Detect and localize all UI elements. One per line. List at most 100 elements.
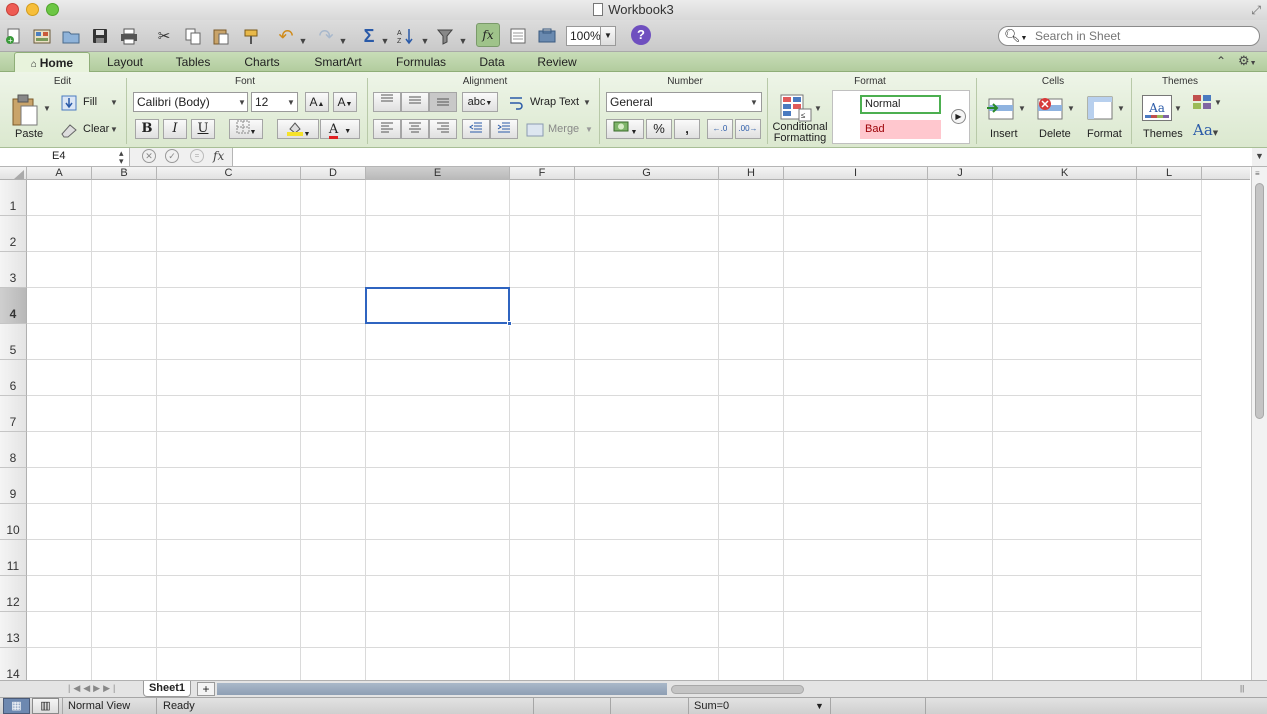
undo-dropdown-icon[interactable]: ▼ bbox=[298, 29, 308, 53]
tab-data[interactable]: Data bbox=[468, 52, 516, 72]
tab-tables[interactable]: Tables bbox=[163, 52, 223, 72]
templates-icon[interactable] bbox=[30, 24, 54, 48]
cut-icon[interactable]: ✂ bbox=[152, 24, 176, 48]
underline-button[interactable]: U bbox=[191, 119, 215, 139]
cancel-entry-icon[interactable]: ✕ bbox=[142, 149, 156, 163]
paste-button[interactable]: Paste bbox=[15, 128, 43, 140]
open-folder-icon[interactable] bbox=[59, 24, 83, 48]
wrap-text-dropdown-icon[interactable]: ▼ bbox=[583, 98, 591, 107]
vertical-scroll-thumb[interactable] bbox=[1255, 183, 1264, 419]
formula-builder-button[interactable]: fx bbox=[476, 23, 500, 47]
sheet-navigation-arrows-icon[interactable]: |◀◀▶▶| bbox=[68, 683, 118, 694]
row-header-2[interactable]: 2 bbox=[0, 216, 27, 252]
increase-decimal-button[interactable]: ←.0 bbox=[707, 119, 733, 139]
column-header-h[interactable]: H bbox=[719, 167, 784, 180]
name-box[interactable]: E4 bbox=[0, 148, 130, 166]
decrease-font-size-button[interactable]: A▼ bbox=[333, 92, 357, 112]
column-header-b[interactable]: B bbox=[92, 167, 157, 180]
insert-button[interactable]: Insert bbox=[990, 128, 1018, 140]
theme-colors-dropdown-icon[interactable]: ▼ bbox=[1214, 98, 1222, 107]
font-name-dropdown-icon[interactable]: ▼ bbox=[238, 98, 246, 107]
wrap-text-button[interactable]: Wrap Text bbox=[530, 96, 579, 108]
style-normal[interactable]: Normal bbox=[860, 95, 941, 114]
search-icon[interactable]: 🔍︎▼ bbox=[1004, 28, 1027, 44]
search-input[interactable] bbox=[1035, 29, 1255, 43]
copy-icon[interactable] bbox=[181, 24, 205, 48]
ribbon-settings-gear-icon[interactable]: ⚙▼ bbox=[1238, 53, 1257, 69]
collapse-ribbon-icon[interactable]: ⌃ bbox=[1216, 54, 1226, 68]
row-header-14[interactable]: 14 bbox=[0, 648, 27, 680]
themes-dropdown-icon[interactable]: ▼ bbox=[1174, 104, 1182, 113]
format-cells-icon[interactable] bbox=[1083, 92, 1117, 124]
eraser-icon[interactable] bbox=[60, 121, 78, 139]
fill-down-icon[interactable] bbox=[60, 94, 78, 112]
row-header-12[interactable]: 12 bbox=[0, 576, 27, 612]
decrease-indent-button[interactable] bbox=[462, 119, 490, 139]
row-header-3[interactable]: 3 bbox=[0, 252, 27, 288]
themes-gallery-icon[interactable]: Aa bbox=[1140, 92, 1174, 124]
align-top-button[interactable] bbox=[373, 92, 401, 112]
styles-next-arrow-icon[interactable]: ▶ bbox=[951, 109, 966, 124]
clear-button[interactable]: Clear bbox=[83, 123, 109, 135]
tab-home[interactable]: ⌂ Home bbox=[14, 52, 90, 72]
row-header-5[interactable]: 5 bbox=[0, 324, 27, 360]
align-bottom-button[interactable] bbox=[429, 92, 457, 112]
theme-fonts-button[interactable]: Aa▼ bbox=[1193, 121, 1218, 139]
delete-button[interactable]: Delete bbox=[1039, 128, 1071, 140]
merge-button[interactable]: Merge bbox=[548, 123, 579, 135]
row-header-13[interactable]: 13 bbox=[0, 612, 27, 648]
number-format-dropdown-icon[interactable]: ▼ bbox=[750, 98, 758, 107]
fill-handle[interactable] bbox=[507, 321, 512, 326]
borders-button[interactable]: ▼ bbox=[229, 119, 263, 139]
zoom-dropdown-icon[interactable]: ▼ bbox=[600, 26, 616, 46]
bold-button[interactable]: B bbox=[135, 119, 159, 139]
increase-indent-button[interactable] bbox=[490, 119, 518, 139]
fill-button[interactable]: Fill bbox=[83, 96, 97, 108]
format-dropdown-icon[interactable]: ▼ bbox=[1117, 104, 1125, 113]
row-header-11[interactable]: 11 bbox=[0, 540, 27, 576]
comma-style-button[interactable]: , bbox=[674, 119, 700, 139]
vertical-scrollbar[interactable]: ≡ bbox=[1251, 167, 1267, 680]
column-header-g[interactable]: G bbox=[575, 167, 719, 180]
row-header-8[interactable]: 8 bbox=[0, 432, 27, 468]
help-button[interactable]: ? bbox=[631, 25, 651, 45]
formula-icon[interactable]: = bbox=[190, 149, 204, 163]
new-document-icon[interactable]: + bbox=[2, 24, 26, 48]
clear-dropdown-icon[interactable]: ▼ bbox=[110, 125, 118, 134]
sort-dropdown-icon[interactable]: ▼ bbox=[420, 29, 430, 53]
column-header-i[interactable]: I bbox=[784, 167, 928, 180]
merge-dropdown-icon[interactable]: ▼ bbox=[585, 125, 593, 134]
insert-function-button[interactable]: fx bbox=[213, 149, 224, 163]
number-format-field[interactable]: General bbox=[606, 92, 762, 112]
column-header-k[interactable]: K bbox=[993, 167, 1137, 180]
expand-formula-bar-icon[interactable]: ▼ bbox=[1255, 151, 1264, 161]
redo-dropdown-icon[interactable]: ▼ bbox=[338, 29, 348, 53]
save-icon[interactable] bbox=[88, 24, 112, 48]
row-header-7[interactable]: 7 bbox=[0, 396, 27, 432]
percent-button[interactable]: % bbox=[646, 119, 672, 139]
tab-charts[interactable]: Charts bbox=[232, 52, 292, 72]
filter-icon[interactable] bbox=[434, 24, 458, 48]
column-header-d[interactable]: D bbox=[301, 167, 366, 180]
sum-dropdown-icon[interactable]: ▼ bbox=[815, 701, 824, 711]
text-orientation-button[interactable]: abc▼ bbox=[462, 92, 498, 112]
select-all-corner[interactable] bbox=[0, 167, 27, 180]
confirm-entry-icon[interactable]: ✓ bbox=[165, 149, 179, 163]
row-header-6[interactable]: 6 bbox=[0, 360, 27, 396]
format-cells-button[interactable]: Format bbox=[1087, 128, 1122, 140]
split-handle-icon[interactable]: ≡ bbox=[1255, 169, 1264, 178]
format-painter-icon[interactable] bbox=[239, 24, 263, 48]
sort-icon[interactable]: AZ bbox=[394, 24, 418, 48]
merge-icon[interactable] bbox=[525, 121, 545, 139]
currency-format-button[interactable]: ▼ bbox=[606, 119, 644, 139]
align-right-button[interactable] bbox=[429, 119, 457, 139]
paste-icon[interactable] bbox=[209, 24, 233, 48]
page-layout-view-icon[interactable]: ▥ bbox=[32, 698, 59, 714]
filter-dropdown-icon[interactable]: ▼ bbox=[458, 29, 468, 53]
spreadsheet-grid[interactable]: ABCDEFGHIJKL 1 2 3 4 5 6 7 8 9 10 11 12 13 14 bbox=[0, 167, 1250, 680]
undo-icon[interactable]: ↶ bbox=[274, 24, 298, 48]
themes-button[interactable]: Themes bbox=[1143, 128, 1183, 140]
normal-view-icon[interactable]: ▦ bbox=[3, 698, 30, 714]
decrease-decimal-button[interactable]: .00→ bbox=[735, 119, 761, 139]
fullscreen-icon[interactable]: ⤢ bbox=[1251, 3, 1261, 18]
